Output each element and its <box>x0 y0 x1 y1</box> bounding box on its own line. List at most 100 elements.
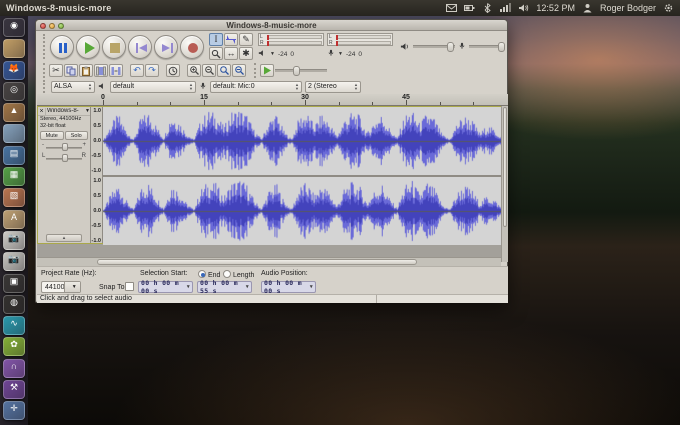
project-rate-select[interactable]: 44100 ▼ <box>41 281 81 293</box>
length-radio-button[interactable] <box>223 270 231 278</box>
audio-position-field[interactable]: 00 h 00 m 00 s ▼ <box>261 279 316 295</box>
clock[interactable]: 12:52 PM <box>536 3 575 13</box>
record-button[interactable] <box>180 34 204 59</box>
files-icon[interactable] <box>3 39 25 59</box>
toolbar-grip[interactable] <box>43 34 47 59</box>
libreoffice-start-icon[interactable] <box>3 124 25 144</box>
undo-icon[interactable]: ↶ <box>130 64 144 77</box>
output-volume-slider[interactable] <box>413 42 455 52</box>
audio-host-select[interactable]: ALSA ▲ ▼ <box>51 80 95 93</box>
sync-lock-icon[interactable] <box>166 64 180 77</box>
microphone-icon[interactable] <box>327 49 335 59</box>
waveform-right-channel[interactable] <box>103 177 502 245</box>
zoom-out-icon[interactable] <box>202 64 216 77</box>
fit-project-icon[interactable] <box>232 64 246 77</box>
pan-slider[interactable]: L R <box>42 153 86 163</box>
selection-tool-icon[interactable]: I <box>209 33 223 46</box>
copy-icon[interactable] <box>64 64 78 77</box>
play-button[interactable] <box>76 34 100 59</box>
mute-button[interactable]: Mute <box>40 131 64 140</box>
libreoffice-writer-icon[interactable]: ▤ <box>3 145 25 165</box>
cut-icon[interactable]: ✂ <box>49 64 63 77</box>
draw-tool-icon[interactable]: ✎ <box>239 33 253 46</box>
output-device-select[interactable]: default ▲ ▼ <box>110 80 196 93</box>
end-radio-button[interactable] <box>198 270 206 278</box>
stop-button[interactable] <box>102 34 126 59</box>
waveform-display[interactable] <box>103 107 502 245</box>
media-player-icon[interactable]: ◎ <box>3 81 25 101</box>
input-channels-select[interactable]: 2 (Stereo ▲ ▼ <box>305 80 361 93</box>
volume-icon[interactable] <box>518 3 529 13</box>
gear-icon[interactable] <box>663 3 674 13</box>
selection-start-field[interactable]: 00 h 00 m 00 s ▼ <box>138 279 193 295</box>
horizontal-scrollbar[interactable] <box>37 257 501 266</box>
battery-icon[interactable] <box>464 3 475 13</box>
dash-home-icon[interactable]: ◉ <box>3 18 25 37</box>
software-center-icon[interactable]: ▲ <box>3 103 25 123</box>
track-menu-arrow-icon[interactable]: ▼ <box>85 108 90 114</box>
snap-to-checkbox[interactable] <box>125 282 134 291</box>
audio-track[interactable]: × Windows-8- ▼ Stereo, 44100Hz 32-bit fl… <box>37 106 503 245</box>
system-tray: 12:52 PM Roger Bodger <box>446 3 674 13</box>
playback-meter-scale: ▼ -24 0 <box>258 48 294 60</box>
window-titlebar[interactable]: Windows-8-music-more <box>36 20 507 31</box>
play-at-speed-button[interactable] <box>260 64 274 77</box>
dropdown-arrow-icon[interactable]: ▼ <box>64 282 80 292</box>
input-volume-slider[interactable] <box>469 42 505 52</box>
zoom-tool-icon[interactable] <box>209 47 223 60</box>
hscroll-thumb[interactable] <box>97 259 417 265</box>
toolbar-grip[interactable] <box>254 63 258 78</box>
music-green-icon[interactable]: ✿ <box>3 337 25 357</box>
recording-meter[interactable]: LR <box>327 33 393 46</box>
software-bag-icon[interactable]: A <box>3 209 25 229</box>
skip-to-end-button[interactable] <box>154 34 178 59</box>
trim-audio-icon[interactable] <box>94 64 108 77</box>
fit-selection-icon[interactable] <box>217 64 231 77</box>
end-radio[interactable]: End <box>198 270 220 279</box>
waveform-left-channel[interactable] <box>103 107 502 175</box>
audacity-icon[interactable]: ∿ <box>3 316 25 336</box>
libreoffice-impress-icon[interactable]: ▧ <box>3 188 25 208</box>
playback-meter[interactable]: LR <box>258 33 324 46</box>
firefox-icon[interactable]: 🦊 <box>3 60 25 80</box>
image-viewer-icon[interactable]: ▣ <box>3 273 25 293</box>
network-signal-icon[interactable] <box>500 3 512 13</box>
length-radio[interactable]: Length <box>223 270 254 279</box>
skip-to-start-button[interactable] <box>128 34 152 59</box>
bluetooth-icon[interactable] <box>482 3 493 13</box>
track-area[interactable]: × Windows-8- ▼ Stereo, 44100Hz 32-bit fl… <box>37 106 508 262</box>
pause-button[interactable] <box>50 34 74 59</box>
user-menu[interactable]: Roger Bodger <box>600 3 656 13</box>
selection-end-field[interactable]: 00 h 00 m 55 s ▼ <box>197 279 252 295</box>
input-device-select[interactable]: default: Mic:0 ▲ ▼ <box>210 80 302 93</box>
envelope-tool-icon[interactable] <box>224 33 238 46</box>
meter-dropdown-arrow-icon[interactable]: ▼ <box>338 51 343 57</box>
gain-slider[interactable]: - + <box>42 142 86 152</box>
shotwell-icon[interactable]: 📷 <box>3 230 25 250</box>
multi-tool-icon[interactable]: ✱ <box>239 47 253 60</box>
track-collapse-button[interactable]: ▴ <box>46 234 82 242</box>
zoom-in-icon[interactable] <box>187 64 201 77</box>
meter-dropdown-arrow-icon[interactable]: ▼ <box>270 51 275 57</box>
toolbar-grip[interactable] <box>43 63 47 78</box>
camera-app-icon[interactable]: 📷 <box>3 252 25 272</box>
mail-icon[interactable] <box>446 3 458 13</box>
playback-speed-slider[interactable] <box>275 66 327 76</box>
vertical-scrollbar[interactable] <box>501 106 508 262</box>
redo-icon[interactable]: ↷ <box>145 64 159 77</box>
workspace-icon[interactable]: ✛ <box>3 401 25 421</box>
speaker-icon[interactable] <box>258 49 267 59</box>
track-close-button[interactable]: × <box>38 107 46 115</box>
disc-burner-icon[interactable]: ◍ <box>3 294 25 314</box>
libreoffice-calc-icon[interactable]: ▦ <box>3 167 25 187</box>
toolbar-grip[interactable] <box>43 80 47 93</box>
audacity-window: Windows-8-music-more I ✎ ↔ ✱ L R L R ▼ -… <box>35 19 508 303</box>
track-name[interactable]: Windows-8- <box>46 108 85 114</box>
solo-button[interactable]: Solo <box>64 131 88 140</box>
paste-icon[interactable] <box>79 64 93 77</box>
time-shift-tool-icon[interactable]: ↔ <box>224 47 238 60</box>
purple-tool-icon[interactable]: ⚒ <box>3 380 25 400</box>
headphones-app-icon[interactable]: ∩ <box>3 358 25 378</box>
silence-audio-icon[interactable] <box>109 64 123 77</box>
timeline-ruler[interactable]: 0 15 30 45 <box>37 94 508 106</box>
